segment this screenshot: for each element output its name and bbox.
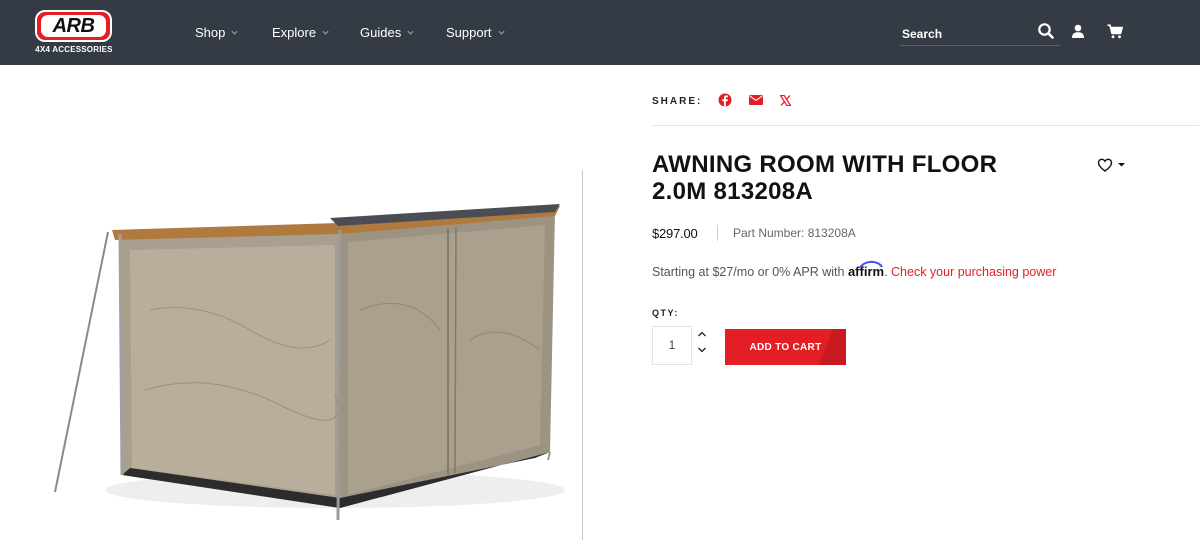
affirm-prefix: Starting at $27/mo or 0% APR with (652, 265, 845, 279)
affirm-arc-icon (859, 260, 883, 269)
price-separator (717, 225, 718, 241)
affirm-check-link[interactable]: Check your purchasing power (891, 265, 1056, 279)
account-icon[interactable] (1071, 24, 1085, 39)
x-icon[interactable] (780, 95, 791, 106)
product-title-line2: 2.0M 813208A (652, 178, 814, 205)
nav-support[interactable]: Support (446, 25, 506, 40)
part-number: Part Number: 813208A (733, 226, 856, 240)
arb-logo[interactable]: ARB 4X4 ACCESSORIES (30, 10, 118, 58)
chevron-up-icon[interactable] (695, 328, 709, 340)
logo-text: ARB (52, 14, 95, 37)
nav-guides-label: Guides (360, 25, 402, 40)
product-title-line1: AWNING ROOM WITH FLOOR (652, 151, 998, 178)
logo-subtext: 4X4 ACCESSORIES (35, 45, 113, 54)
nav-explore-label: Explore (272, 25, 317, 40)
search-input[interactable] (902, 25, 1032, 43)
divider-vertical (582, 170, 583, 540)
wishlist-heart-icon[interactable] (1097, 157, 1129, 173)
chevron-down-icon (322, 30, 329, 35)
cart-icon[interactable] (1107, 24, 1123, 39)
facebook-icon[interactable] (718, 93, 732, 107)
product-title: AWNING ROOM WITH FLOOR 2.0M 813208A (652, 151, 1072, 205)
nav-support-label: Support (446, 25, 492, 40)
part-number-label: Part Number: (733, 226, 805, 240)
top-navigation-bar: ARB 4X4 ACCESSORIES Shop Explore Guides … (0, 0, 1200, 65)
chevron-down-icon (407, 30, 414, 35)
nav-explore[interactable]: Explore (272, 25, 330, 40)
nav-guides[interactable]: Guides (360, 25, 415, 40)
product-price: $297.00 (652, 226, 698, 241)
chevron-down-icon (497, 30, 505, 35)
affirm-financing: Starting at $27/mo or 0% APR with affirm… (652, 260, 1056, 279)
email-icon[interactable] (749, 95, 763, 105)
chevron-down-icon (231, 30, 238, 35)
logo-badge: ARB (35, 10, 112, 42)
nav-shop[interactable]: Shop (195, 25, 239, 40)
search-icon[interactable] (1037, 22, 1055, 40)
add-to-cart-button[interactable]: ADD TO CART (725, 329, 846, 365)
affirm-logo: affirm (848, 260, 884, 279)
product-image[interactable] (50, 190, 570, 530)
search-field (900, 22, 1060, 46)
quantity-input[interactable]: 1 (652, 326, 692, 365)
divider-horizontal (652, 125, 1199, 126)
nav-shop-label: Shop (195, 25, 226, 40)
part-number-value: 813208A (807, 226, 856, 240)
share-label: SHARE: (652, 96, 703, 107)
qty-label: QTY: (652, 308, 679, 318)
chevron-down-icon[interactable] (695, 344, 709, 356)
